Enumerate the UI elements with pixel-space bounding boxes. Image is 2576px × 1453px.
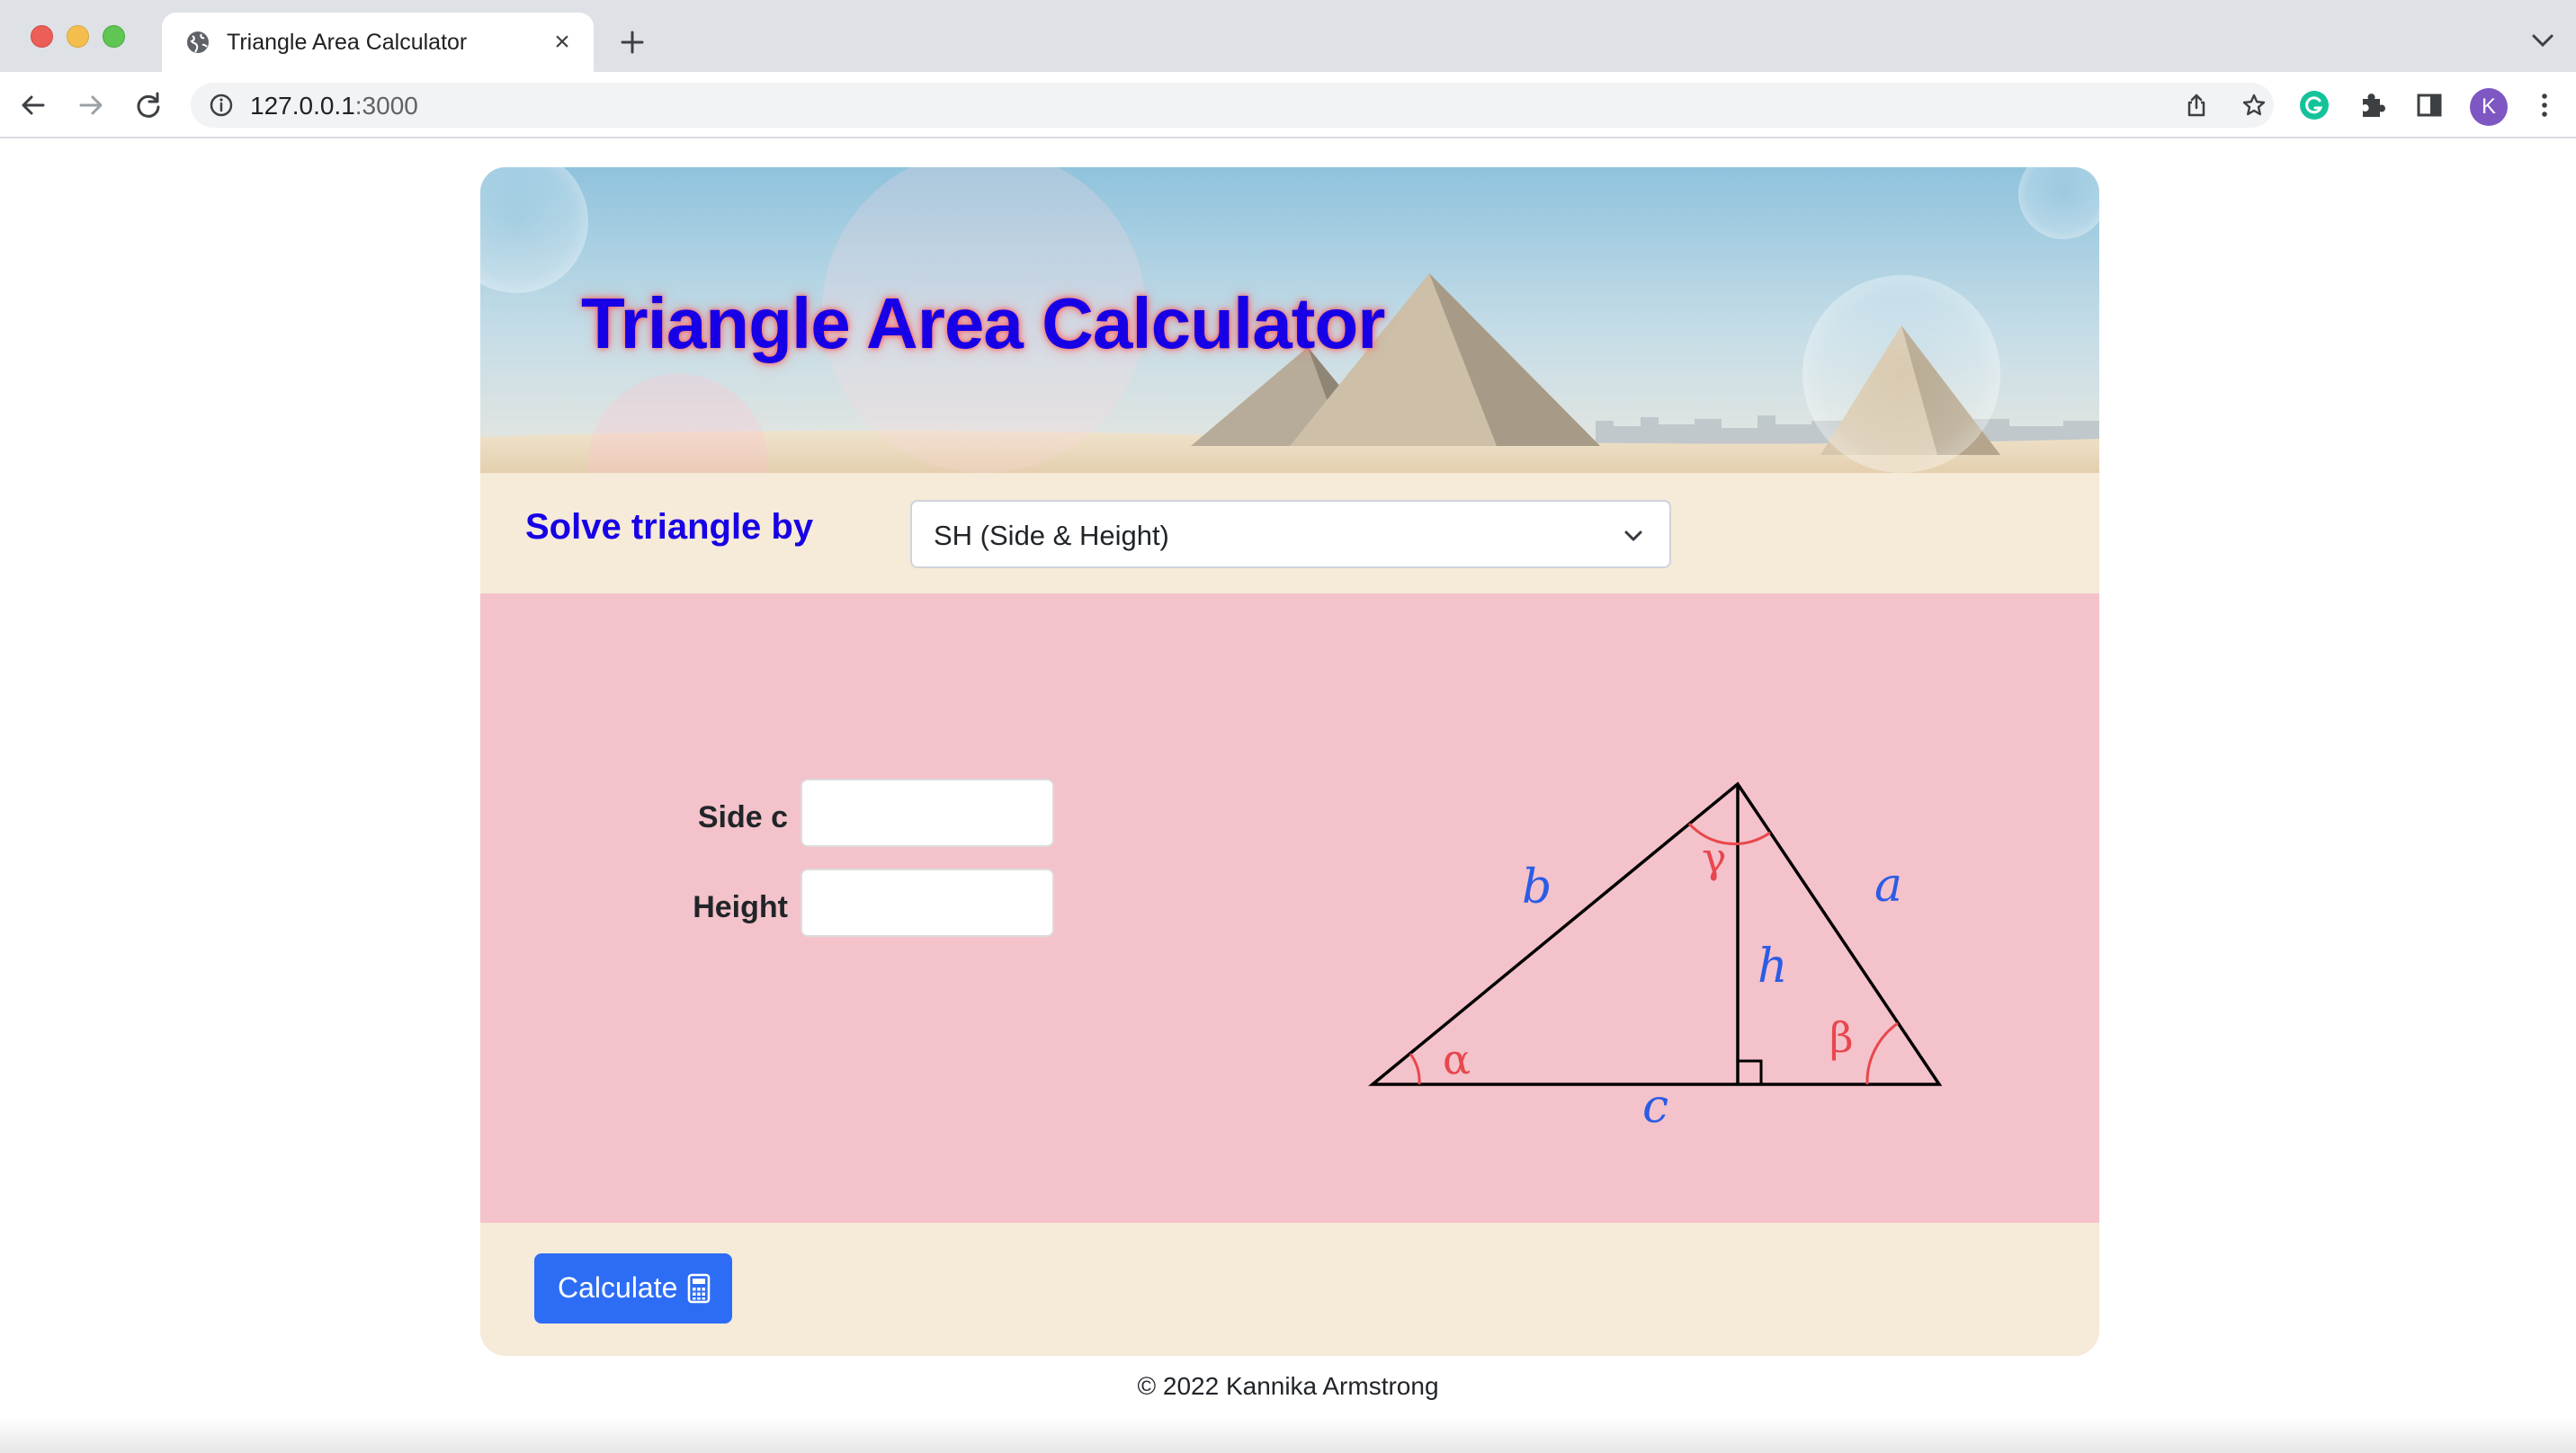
- address-bar[interactable]: 127.0.0.1:3000: [191, 83, 2274, 128]
- solve-method-select[interactable]: SH (Side & Height): [910, 500, 1671, 568]
- angle-gamma-label: γ: [1702, 833, 1727, 882]
- solve-method-label: Solve triangle by: [525, 507, 814, 547]
- star-icon[interactable]: [2241, 93, 2267, 118]
- profile-avatar[interactable]: K: [2470, 88, 2508, 126]
- browser-tab-bar: Triangle Area Calculator ×: [0, 0, 2576, 72]
- side-c-input[interactable]: [801, 779, 1054, 847]
- action-row: Calculate: [480, 1223, 2099, 1356]
- height-h-label: h: [1758, 940, 1788, 994]
- solve-method-value: SH (Side & Height): [934, 520, 1169, 551]
- menu-dots-icon[interactable]: [2527, 88, 2562, 122]
- tab-title: Triangle Area Calculator: [227, 30, 468, 55]
- plus-icon[interactable]: [615, 25, 649, 59]
- close-icon[interactable]: ×: [549, 29, 576, 56]
- grammarly-icon[interactable]: [2297, 88, 2331, 122]
- bottom-shadow: [0, 1417, 2576, 1453]
- share-icon[interactable]: [2184, 93, 2209, 118]
- side-c-label: Side c: [697, 800, 788, 834]
- close-window-button[interactable]: [31, 25, 53, 48]
- calculate-button[interactable]: Calculate: [534, 1253, 732, 1324]
- angle-alpha-arc: [1409, 1053, 1421, 1085]
- chevron-down-icon: [1624, 530, 1642, 541]
- input-panel: Side c Height b a h c α β γ: [480, 593, 2099, 1223]
- info-icon[interactable]: [209, 93, 234, 118]
- angle-beta-arc: [1865, 1021, 1899, 1085]
- triangle-diagram: b a h c α β γ: [1368, 781, 1943, 1134]
- side-c-diagram-label: c: [1642, 1080, 1668, 1134]
- side-a-label: a: [1874, 859, 1902, 913]
- page-title: Triangle Area Calculator: [581, 283, 1385, 363]
- url-host: 127.0.0.1: [250, 92, 355, 120]
- height-input[interactable]: [801, 869, 1054, 937]
- chevron-down-icon[interactable]: [2529, 31, 2556, 50]
- calculate-button-label: Calculate: [558, 1271, 678, 1304]
- sidepanel-icon[interactable]: [2412, 88, 2446, 122]
- browser-toolbar: 127.0.0.1:3000: [0, 72, 2576, 138]
- minimize-window-button[interactable]: [67, 25, 89, 48]
- page-viewport: Triangle Area Calculator Solve triangle …: [0, 140, 2576, 1453]
- angle-beta-label: β: [1829, 1013, 1854, 1062]
- maximize-window-button[interactable]: [103, 25, 125, 48]
- right-angle-marker: [1736, 1059, 1763, 1086]
- solve-method-row: Solve triangle by SH (Side & Height): [480, 473, 2099, 593]
- side-b-label: b: [1522, 860, 1552, 914]
- back-arrow-icon[interactable]: [18, 90, 49, 120]
- browser-tab[interactable]: Triangle Area Calculator ×: [162, 13, 594, 72]
- forward-arrow-icon[interactable]: [76, 90, 106, 120]
- height-label: Height: [693, 890, 788, 924]
- calculator-card: Triangle Area Calculator Solve triangle …: [480, 167, 2099, 1356]
- puzzle-icon[interactable]: [2355, 88, 2389, 122]
- footer-copyright: © 2022 Kannika Armstrong: [1137, 1372, 1439, 1400]
- reload-icon[interactable]: [133, 90, 164, 120]
- globe-icon: [187, 31, 209, 53]
- angle-alpha-label: α: [1443, 1035, 1471, 1083]
- hero-banner: Triangle Area Calculator: [480, 167, 2099, 473]
- url-text: 127.0.0.1:3000: [250, 92, 418, 120]
- calculator-icon: [687, 1273, 711, 1304]
- url-port: :3000: [354, 92, 418, 120]
